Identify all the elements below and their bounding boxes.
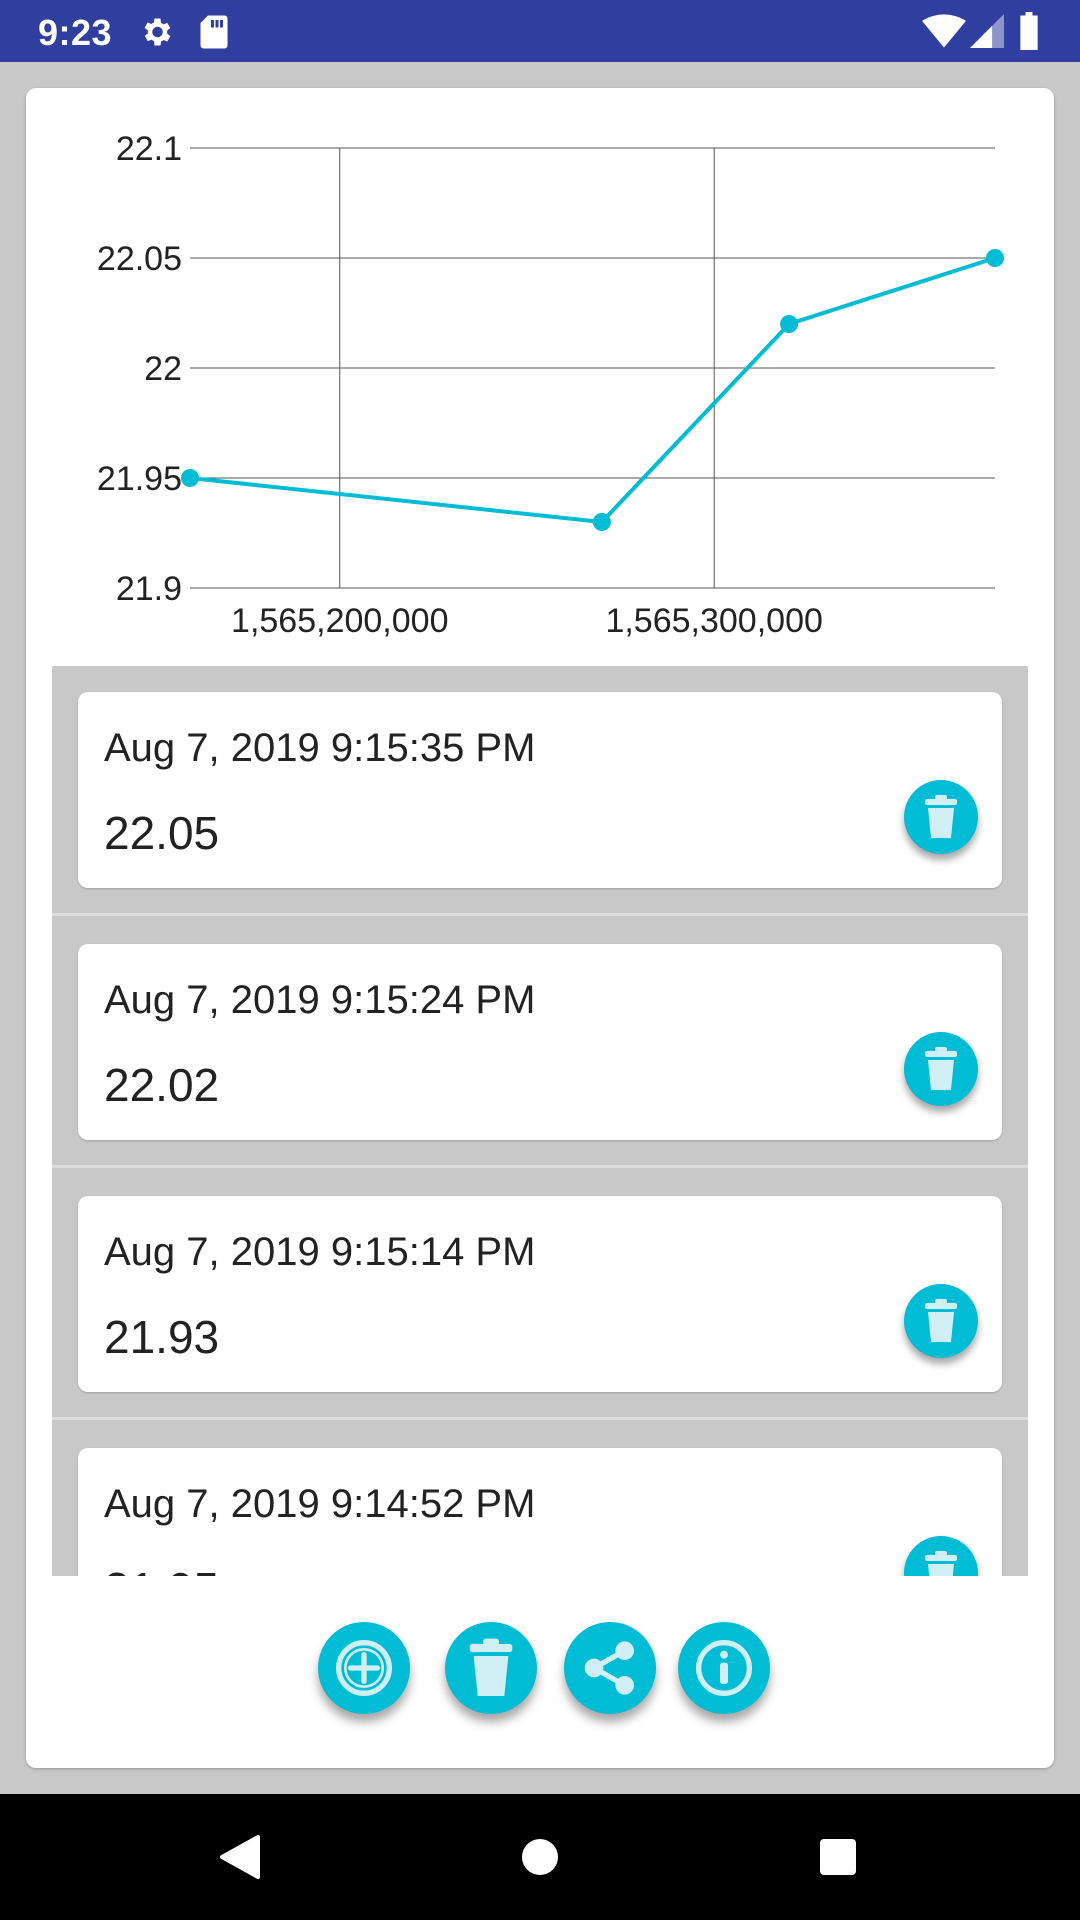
status-time: 9:23: [38, 12, 113, 53]
entry-date: Aug 7, 2019 9:14:52 PM: [104, 1482, 536, 1526]
data-point: [780, 315, 799, 333]
chart-svg: 21.9 21.95 22 22.05 22.1 1,565,200,000 1,565,3…: [97, 130, 1004, 640]
back-button[interactable]: [200, 1794, 280, 1920]
wifi-icon: [922, 14, 966, 53]
y-tick-label: 21.9: [116, 570, 182, 608]
temperature-chart: 21.9 21.95 22 22.05 22.1 1,565,200,000 1,565,3…: [26, 88, 1054, 668]
gear-icon: [138, 14, 174, 55]
list-item: Aug 7, 2019 9:15:35 PM 22.05: [52, 666, 1028, 916]
recents-button[interactable]: [798, 1794, 878, 1920]
sd-card-icon: [198, 14, 230, 55]
entry-card[interactable]: Aug 7, 2019 9:15:14 PM 21.93: [78, 1196, 1002, 1392]
battery-icon: [1018, 12, 1040, 55]
trash-icon: [469, 1638, 513, 1696]
main-card: 21.9 21.95 22 22.05 22.1 1,565,200,000 1,565,3…: [26, 88, 1054, 1768]
list-item: Aug 7, 2019 9:14:52 PM 21.95: [52, 1422, 1028, 1576]
navigation-bar: [0, 1794, 1080, 1920]
data-point: [592, 513, 611, 531]
delete-entry-button[interactable]: [904, 780, 978, 854]
add-icon: [336, 1640, 392, 1696]
entry-card[interactable]: Aug 7, 2019 9:15:24 PM 22.02: [78, 944, 1002, 1140]
y-tick-label: 21.95: [97, 460, 182, 498]
home-icon: [522, 1839, 558, 1875]
y-tick-label: 22: [144, 350, 182, 388]
entry-value: 21.93: [104, 1311, 220, 1363]
delete-entry-button[interactable]: [904, 1536, 978, 1576]
list-item: Aug 7, 2019 9:15:14 PM 21.93: [52, 1170, 1028, 1420]
trash-icon: [925, 1047, 957, 1090]
entry-date: Aug 7, 2019 9:15:14 PM: [104, 1230, 536, 1274]
status-bar: 9:23: [0, 0, 1080, 62]
entry-date: Aug 7, 2019 9:15:24 PM: [104, 978, 536, 1022]
home-button[interactable]: [500, 1794, 580, 1920]
list-item: Aug 7, 2019 9:15:24 PM 22.02: [52, 918, 1028, 1168]
data-point: [181, 469, 199, 487]
trash-icon: [925, 1299, 957, 1342]
delete-entry-button[interactable]: [904, 1032, 978, 1106]
entry-value: 21.95: [104, 1562, 219, 1576]
share-icon: [584, 1641, 634, 1695]
entries-list[interactable]: Aug 7, 2019 9:15:35 PM 22.05 Aug 7, 2019 9…: [52, 666, 1028, 1576]
entry-value: 22.05: [104, 807, 220, 859]
back-icon: [220, 1835, 260, 1879]
data-point: [986, 249, 1004, 267]
y-tick-label: 22.05: [97, 240, 182, 278]
info-icon: [696, 1640, 752, 1696]
trash-icon: [925, 795, 957, 838]
info-button[interactable]: [678, 1622, 770, 1714]
delete-all-button[interactable]: [445, 1622, 537, 1714]
share-button[interactable]: [564, 1622, 656, 1714]
trash-icon: [925, 1551, 957, 1576]
series-line: [189, 256, 996, 525]
recents-icon: [820, 1839, 856, 1875]
y-tick-label: 22.1: [116, 130, 182, 168]
x-tick-label: 1,565,300,000: [605, 602, 822, 640]
delete-entry-button[interactable]: [904, 1284, 978, 1358]
x-tick-label: 1,565,200,000: [231, 602, 448, 640]
add-button[interactable]: [318, 1622, 410, 1714]
entry-value: 22.02: [104, 1059, 220, 1111]
entry-date: Aug 7, 2019 9:15:35 PM: [104, 726, 536, 770]
entry-card[interactable]: Aug 7, 2019 9:14:52 PM 21.95: [78, 1448, 1002, 1576]
entry-card[interactable]: Aug 7, 2019 9:15:35 PM 22.05: [78, 692, 1002, 888]
signal-icon: [970, 14, 1004, 53]
